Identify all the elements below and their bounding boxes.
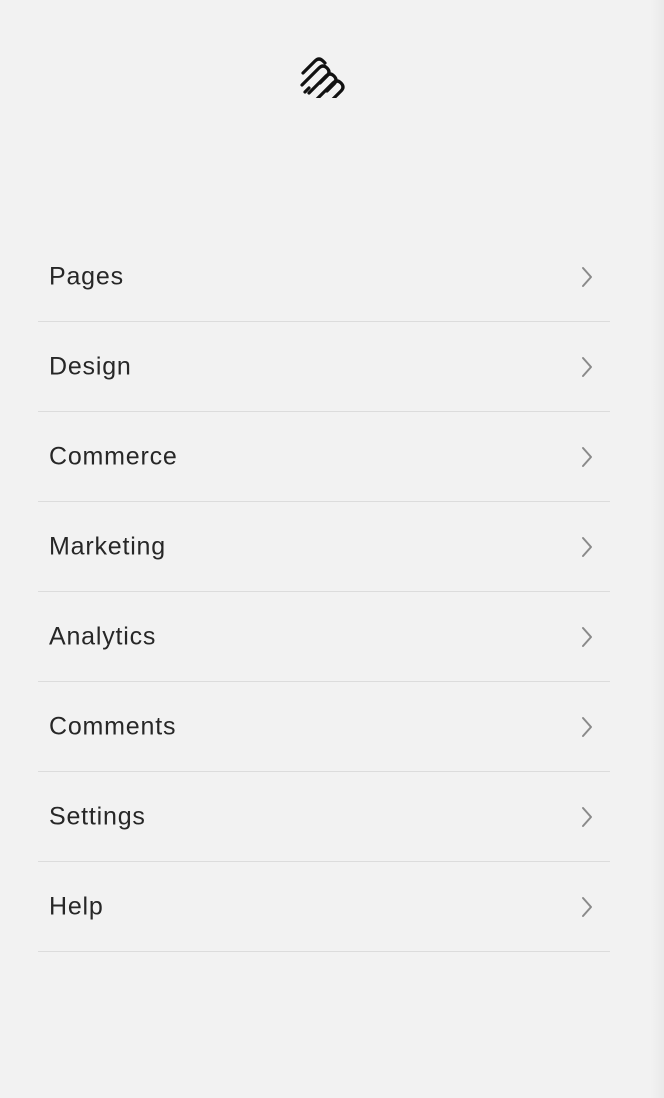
squarespace-logo-icon[interactable] bbox=[298, 56, 350, 98]
nav-item-pages[interactable]: Pages bbox=[38, 232, 610, 322]
main-navigation: Pages Design Commerce Marketing Analytic… bbox=[38, 232, 610, 952]
nav-item-label: Comments bbox=[49, 712, 177, 740]
nav-item-label: Design bbox=[49, 352, 132, 380]
nav-item-label: Analytics bbox=[49, 622, 157, 650]
nav-item-label: Settings bbox=[49, 802, 146, 830]
nav-item-label: Pages bbox=[49, 262, 124, 290]
nav-item-settings[interactable]: Settings bbox=[38, 772, 610, 862]
chevron-right-icon bbox=[580, 445, 594, 469]
nav-item-analytics[interactable]: Analytics bbox=[38, 592, 610, 682]
chevron-right-icon bbox=[580, 535, 594, 559]
nav-item-marketing[interactable]: Marketing bbox=[38, 502, 610, 592]
nav-item-label: Commerce bbox=[49, 442, 178, 470]
nav-item-commerce[interactable]: Commerce bbox=[38, 412, 610, 502]
chevron-right-icon bbox=[580, 715, 594, 739]
chevron-right-icon bbox=[580, 625, 594, 649]
nav-item-comments[interactable]: Comments bbox=[38, 682, 610, 772]
chevron-right-icon bbox=[580, 805, 594, 829]
nav-item-help[interactable]: Help bbox=[38, 862, 610, 952]
chevron-right-icon bbox=[580, 355, 594, 379]
chevron-right-icon bbox=[580, 895, 594, 919]
nav-item-label: Marketing bbox=[49, 532, 166, 560]
chevron-right-icon bbox=[580, 265, 594, 289]
nav-item-design[interactable]: Design bbox=[38, 322, 610, 412]
panel-edge-shadow bbox=[650, 0, 664, 1098]
nav-item-label: Help bbox=[49, 892, 104, 920]
